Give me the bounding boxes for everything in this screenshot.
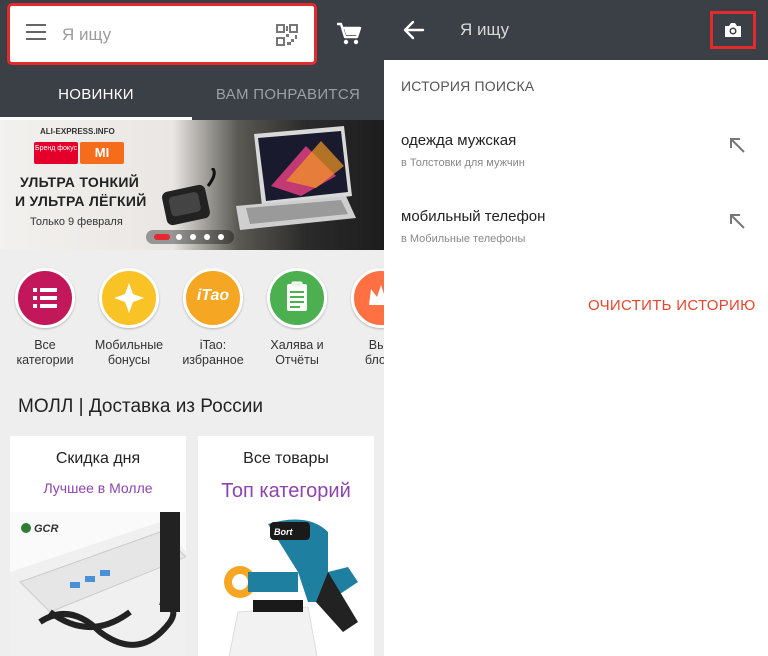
laptop-image: [236, 126, 356, 230]
mi-logo-badge: MI: [80, 142, 124, 164]
category-label: Все категории: [16, 338, 74, 367]
history-category: в Мобильные телефоны: [401, 233, 526, 245]
banner-title-line2: И УЛЬТРА ЛЁГКИЙ: [15, 193, 147, 209]
camera-search-button[interactable]: [710, 11, 756, 49]
list-icon: [15, 268, 75, 328]
search-top-bar: Я ищу: [384, 0, 768, 60]
promo-banner[interactable]: ALI-EXPRESS.INFO Бренд фокус MI УЛЬТРА Т…: [0, 120, 384, 250]
camera-icon: [725, 23, 741, 37]
clear-history-button[interactable]: ОЧИСТИТЬ ИСТОРИЮ: [588, 297, 756, 314]
spray-gun-product-image: Bort: [224, 519, 358, 656]
card-title: Все товары: [243, 450, 329, 467]
itao-logo-icon: iTao: [183, 268, 243, 328]
history-query[interactable]: мобильный телефон: [401, 208, 545, 225]
cable-product-image: GCR: [10, 512, 186, 656]
category-blogger-picks[interactable]: Выбблоге: [341, 268, 384, 368]
category-label: iTao: избранное: [182, 338, 244, 367]
carousel-dot[interactable]: [154, 234, 170, 240]
category-freebies[interactable]: Халява и Отчёты: [257, 268, 337, 368]
banner-title-line1: УЛЬТРА ТОНКИЙ: [20, 174, 140, 190]
cart-icon[interactable]: [336, 22, 362, 46]
carousel-dot[interactable]: [190, 234, 196, 240]
carousel-dot[interactable]: [204, 234, 210, 240]
category-itao[interactable]: iTao iTao: избранное: [173, 268, 253, 368]
fill-query-arrow-icon[interactable]: [726, 210, 748, 232]
tab-you-like[interactable]: ВАМ ПОНРАВИТСЯ: [192, 70, 384, 120]
history-item[interactable]: одежда мужская в Толстовки для мужчин: [384, 132, 768, 192]
category-all[interactable]: Все категории: [5, 268, 85, 368]
vr-glasses-image: [162, 168, 216, 226]
card-title: Скидка дня: [55, 450, 141, 467]
search-input[interactable]: Я ищу: [460, 20, 509, 40]
search-box[interactable]: Я ищу: [7, 3, 317, 65]
search-screen: Я ищу ИСТОРИЯ ПОИСКА одежда мужская в То…: [384, 0, 768, 656]
home-screen: Я ищу НОВИНКИ ВАМ ПОНРАВИТСЯ ALI-EXPRESS…: [0, 0, 384, 656]
back-arrow-icon[interactable]: [402, 18, 426, 42]
search-placeholder[interactable]: Я ищу: [62, 25, 111, 45]
qr-code-icon[interactable]: [276, 24, 298, 46]
category-label: Выбблоге: [364, 338, 384, 367]
card-subtitle: Топ категорий: [221, 480, 351, 502]
carousel-dot[interactable]: [176, 234, 182, 240]
all-products-card[interactable]: Все товары Топ категорий Bort: [198, 436, 374, 656]
moll-section-title: МОЛЛ | Доставка из России: [18, 396, 263, 417]
search-history-title: ИСТОРИЯ ПОИСКА: [401, 78, 535, 94]
history-item[interactable]: мобильный телефон в Мобильные телефоны: [384, 208, 768, 268]
menu-icon[interactable]: [26, 24, 48, 44]
history-query[interactable]: одежда мужская: [401, 132, 516, 149]
tab-bar: НОВИНКИ ВАМ ПОНРАВИТСЯ: [0, 70, 384, 120]
banner-site: ALI-EXPRESS.INFO: [40, 127, 115, 136]
bort-brand: Bort: [274, 527, 293, 537]
category-label: Халява и Отчёты: [270, 338, 324, 367]
card-subtitle: Лучшее в Молле: [43, 480, 153, 496]
carousel-dot[interactable]: [218, 234, 224, 240]
brand-focus-badge: Бренд фокус: [34, 142, 78, 164]
clipboard-icon: [267, 268, 327, 328]
history-category: в Толстовки для мужчин: [401, 157, 525, 169]
banner-date: Только 9 февраля: [30, 216, 123, 228]
gcr-brand: GCR: [34, 523, 59, 535]
top-bar: Я ищу НОВИНКИ ВАМ ПОНРАВИТСЯ: [0, 0, 384, 120]
crown-icon: [351, 268, 384, 328]
carousel-dots: [146, 230, 234, 244]
fill-query-arrow-icon[interactable]: [726, 134, 748, 156]
star-icon: [99, 268, 159, 328]
category-mobile-bonuses[interactable]: Мобильные бонусы: [89, 268, 169, 368]
tab-new[interactable]: НОВИНКИ: [0, 70, 192, 120]
category-label: Мобильные бонусы: [94, 338, 164, 367]
deal-of-day-card[interactable]: Скидка дня Лучшее в Молле GCR: [10, 436, 186, 656]
